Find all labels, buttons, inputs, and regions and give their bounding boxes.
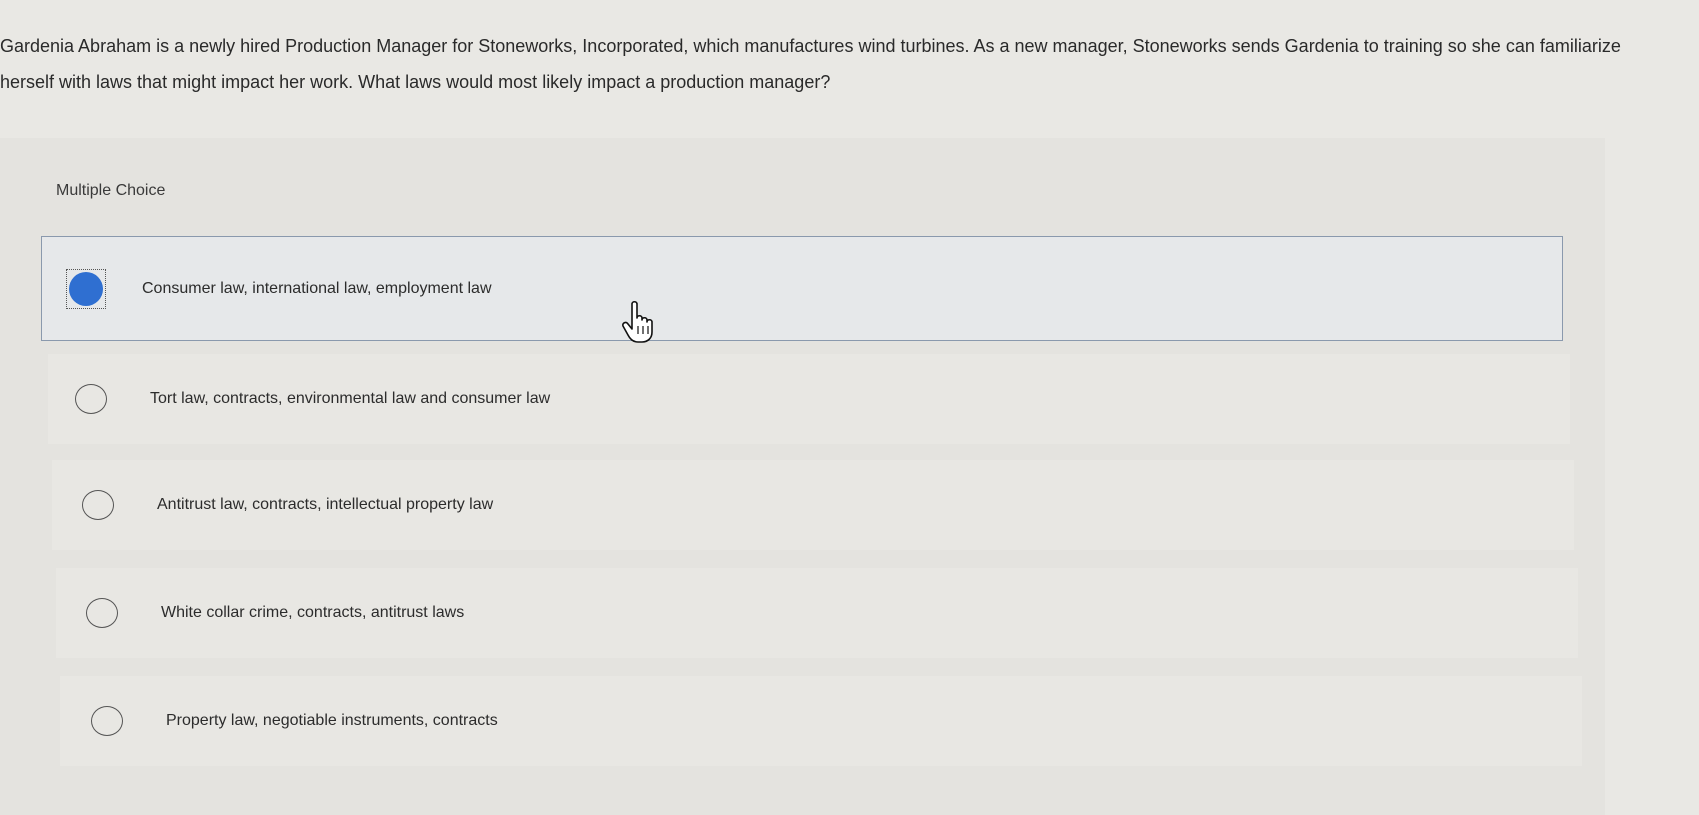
multiple-choice-label: Multiple Choice xyxy=(56,182,166,199)
question-text: Gardenia Abraham is a newly hired Produc… xyxy=(0,36,1621,92)
radio-button-selected[interactable] xyxy=(69,271,103,306)
radio-button[interactable] xyxy=(82,490,114,520)
radio-button[interactable] xyxy=(86,598,118,628)
answer-option-label: Antitrust law, contracts, intellectual p… xyxy=(157,496,494,513)
answer-option-5[interactable]: Property law, negotiable instruments, co… xyxy=(60,676,1582,766)
answer-option-label: Consumer law, international law, employm… xyxy=(142,279,492,297)
radio-button[interactable] xyxy=(91,706,123,736)
answer-option-1[interactable]: Consumer law, international law, employm… xyxy=(41,236,1563,341)
answer-option-3[interactable]: Antitrust law, contracts, intellectual p… xyxy=(52,460,1574,550)
radio-focus-ring xyxy=(66,268,106,309)
hand-pointer-icon xyxy=(622,300,653,343)
answer-option-label: Tort law, contracts, environmental law a… xyxy=(150,390,551,407)
answer-option-2[interactable]: Tort law, contracts, environmental law a… xyxy=(48,354,1570,444)
answer-option-4[interactable]: White collar crime, contracts, antitrust… xyxy=(56,568,1578,658)
answer-option-label: Property law, negotiable instruments, co… xyxy=(166,712,498,729)
radio-button[interactable] xyxy=(75,384,107,414)
answer-option-label: White collar crime, contracts, antitrust… xyxy=(161,604,465,621)
